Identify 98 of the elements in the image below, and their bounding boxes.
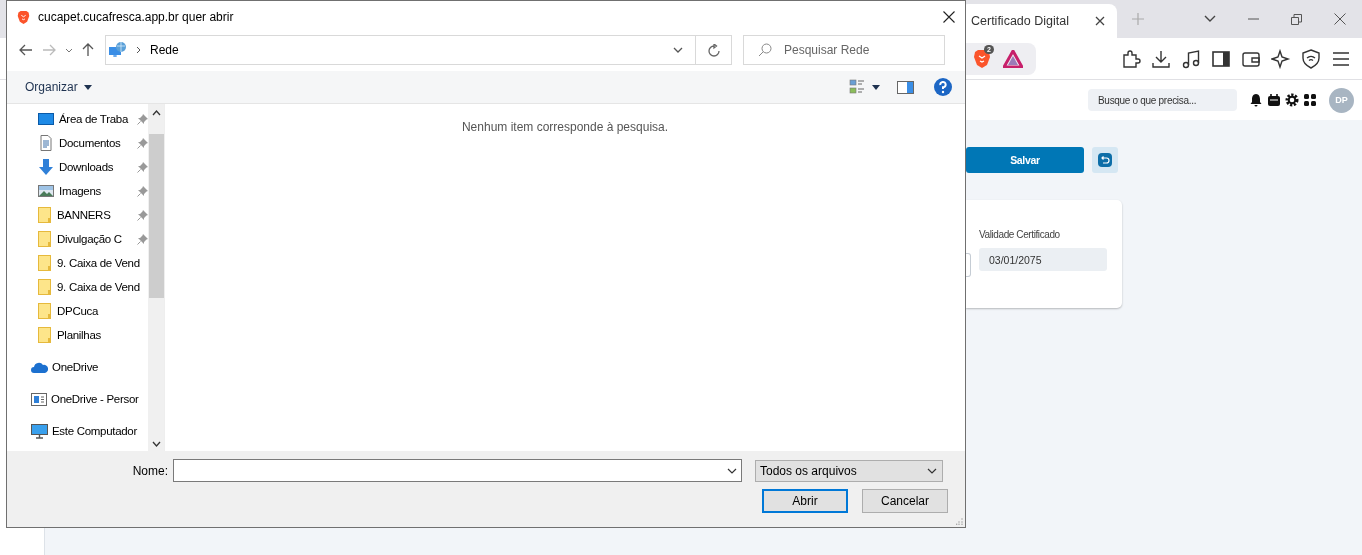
calendar-icon[interactable] [1267, 93, 1281, 107]
folder-icon [38, 231, 52, 247]
puzzle-icon[interactable] [1121, 48, 1141, 69]
chevron-right-icon [136, 46, 142, 54]
network-icon [108, 41, 128, 59]
nav-item[interactable]: 9. Caixa de Vend [7, 275, 148, 299]
desktop-icon [38, 112, 54, 126]
nav-item[interactable]: Divulgação C [7, 227, 148, 251]
refresh-icon [707, 43, 720, 57]
document-icon [38, 135, 54, 151]
music-note-icon[interactable] [1181, 48, 1201, 69]
nav-item[interactable]: Este Computador [7, 419, 148, 443]
search-icon [758, 43, 772, 57]
pin-icon[interactable] [137, 161, 148, 173]
address-bar[interactable]: Rede [105, 35, 732, 65]
lion-shield-icon[interactable] [973, 48, 991, 69]
view-options-icon[interactable] [849, 79, 865, 95]
pin-icon[interactable] [137, 137, 148, 149]
chevron-down-icon [927, 467, 937, 474]
restore-icon[interactable] [1291, 13, 1302, 25]
folder-icon [38, 255, 52, 271]
lion-shield-icon [17, 9, 30, 25]
open-button[interactable]: Abrir [762, 489, 848, 513]
empty-message: Nenhum item corresponde à pesquisa. [461, 120, 669, 134]
folder-icon [38, 327, 52, 343]
window-icon [31, 392, 47, 406]
file-type-dropdown[interactable]: Todos os arquivos [755, 459, 943, 482]
close-icon[interactable] [943, 11, 955, 23]
nav-item[interactable]: Downloads [7, 155, 148, 179]
cloud-icon [31, 361, 48, 373]
nav-item[interactable]: OneDrive - Persor [7, 387, 148, 411]
settings-icon[interactable] [1285, 93, 1299, 107]
nav-item[interactable]: DPCuca [7, 299, 148, 323]
chevron-up-icon[interactable] [151, 110, 161, 116]
chevron-down-icon[interactable] [673, 47, 683, 53]
back-button[interactable] [1092, 147, 1118, 173]
nav-item[interactable]: Planilhas [7, 323, 148, 347]
help-icon[interactable] [934, 78, 952, 96]
scroll-thumb[interactable] [148, 134, 164, 298]
nav-label: OneDrive [52, 361, 99, 373]
sidebar-icon[interactable] [1211, 48, 1231, 69]
filename-label: Nome: [131, 463, 169, 478]
nav-label: Planilhas [57, 329, 101, 341]
nav-label: 9. Caixa de Vend [57, 281, 140, 293]
caret-icon[interactable] [872, 84, 880, 90]
dialog-title: cucapet.cucafresca.app.br quer abrir [38, 10, 234, 24]
nav-label: Documentos [59, 137, 121, 149]
up-arrow-icon[interactable] [82, 43, 94, 57]
sparkle-icon[interactable] [1271, 48, 1291, 69]
cancel-button[interactable]: Cancelar [862, 489, 948, 513]
nav-label: Área de Traba [59, 113, 128, 125]
down-arrow-icon [38, 159, 54, 175]
path-segment[interactable]: Rede [150, 43, 179, 57]
preview-pane-icon[interactable] [897, 80, 914, 94]
pin-icon[interactable] [137, 233, 148, 245]
save-button[interactable]: Salvar [966, 147, 1084, 173]
chevron-down-icon[interactable] [151, 441, 161, 447]
nav-label: Imagens [59, 185, 101, 197]
shield-icon[interactable] [1301, 48, 1321, 69]
search-field[interactable]: Pesquisar Rede [743, 35, 945, 65]
filename-field[interactable] [173, 459, 742, 482]
chevron-down-icon[interactable] [727, 467, 737, 474]
close-icon[interactable] [1095, 16, 1105, 26]
folder-icon [38, 279, 52, 295]
folder-icon [38, 303, 52, 319]
nav-item[interactable]: OneDrive [7, 355, 148, 379]
nav-label: 9. Caixa de Vend [57, 257, 140, 269]
resize-grip-icon[interactable] [956, 518, 963, 525]
scrollbar[interactable] [148, 104, 164, 451]
back-arrow-icon[interactable] [19, 44, 33, 56]
nav-item[interactable]: Imagens [7, 179, 148, 203]
nav-label: DPCuca [57, 305, 99, 317]
date-field[interactable]: 03/01/2075 [979, 248, 1107, 271]
bell-icon[interactable] [1249, 93, 1263, 107]
undo-icon [1098, 153, 1112, 167]
pin-icon[interactable] [137, 209, 148, 221]
tab-title: Certificado Digital [971, 14, 1070, 28]
download-icon[interactable] [1151, 48, 1171, 69]
nav-item[interactable]: 9. Caixa de Vend [7, 251, 148, 275]
nav-label: OneDrive - Persor [51, 393, 139, 405]
apps-grid-icon[interactable] [1303, 93, 1317, 107]
organize-menu[interactable]: Organizar [19, 76, 98, 98]
nav-label: Downloads [59, 161, 114, 173]
pin-icon[interactable] [137, 185, 148, 197]
nav-label: Divulgação C [57, 233, 122, 245]
field-label: Validade Certificado [979, 229, 1061, 242]
nav-item[interactable]: Área de Traba [7, 107, 148, 131]
folder-icon [38, 207, 52, 223]
search-field[interactable]: Busque o que precisa... [1088, 89, 1237, 111]
nav-label: BANNERS [57, 209, 111, 221]
computer-icon [31, 423, 48, 439]
caret-icon [83, 84, 92, 90]
nav-item[interactable]: Documentos [7, 131, 148, 155]
chevron-down-icon[interactable] [1204, 15, 1216, 23]
nav-label: Este Computador [52, 425, 137, 437]
triangle-icon[interactable] [1003, 49, 1023, 68]
nav-item[interactable]: BANNERS [7, 203, 148, 227]
image-icon [38, 184, 54, 198]
